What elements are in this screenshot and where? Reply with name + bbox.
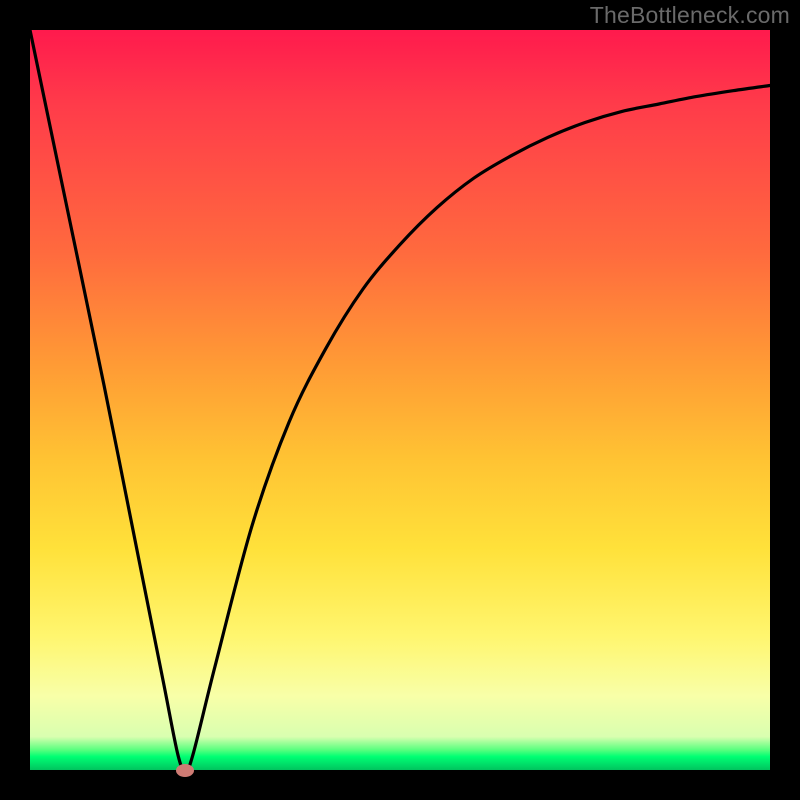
- curve-path: [30, 30, 770, 770]
- curve-svg: [30, 30, 770, 770]
- chart-frame: TheBottleneck.com: [0, 0, 800, 800]
- marker-dot: [176, 764, 194, 777]
- plot-area: [30, 30, 770, 770]
- watermark-text: TheBottleneck.com: [590, 2, 790, 29]
